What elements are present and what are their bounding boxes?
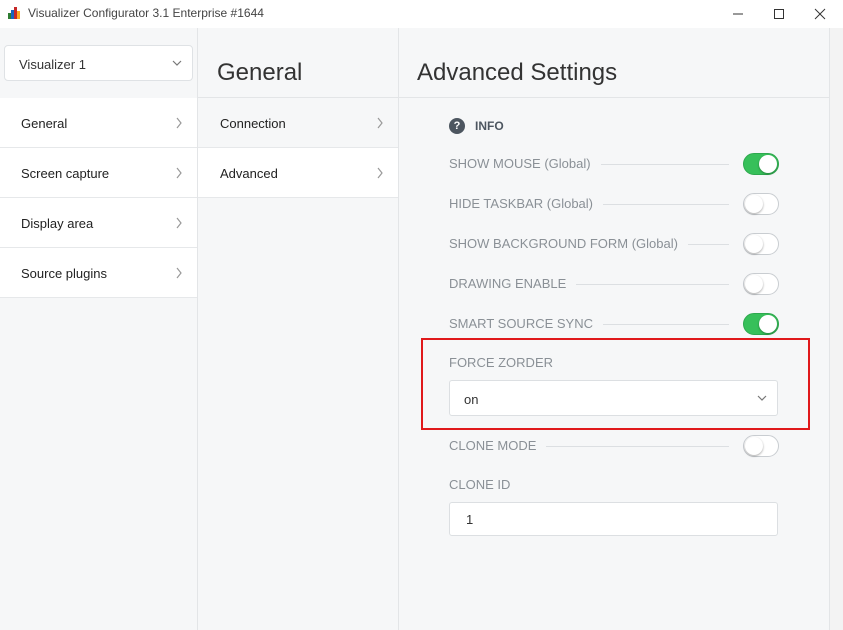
- app-window: Visualizer Configurator 3.1 Enterprise #…: [0, 0, 843, 630]
- submenu-item-connection[interactable]: Connection: [198, 98, 398, 148]
- setting-hide-taskbar: HIDE TASKBAR (Global): [449, 192, 779, 216]
- general-panel-heading: General: [217, 59, 303, 86]
- close-button[interactable]: [797, 0, 843, 28]
- hide-taskbar-toggle[interactable]: [743, 193, 779, 215]
- info-icon: ?: [449, 118, 465, 134]
- setting-label: SHOW BACKGROUND FORM (Global): [449, 236, 688, 251]
- chevron-right-icon: [176, 217, 182, 229]
- chevron-right-icon: [377, 117, 383, 129]
- maximize-button[interactable]: [756, 0, 802, 28]
- toggle-knob: [745, 437, 763, 455]
- toggle-knob: [759, 315, 777, 333]
- toggle-knob: [745, 275, 763, 293]
- show-background-form-toggle[interactable]: [743, 233, 779, 255]
- setting-show-background-form: SHOW BACKGROUND FORM (Global): [449, 232, 779, 256]
- sidebar-item-label: General: [21, 116, 68, 131]
- window-title: Visualizer Configurator 3.1 Enterprise #…: [28, 6, 264, 20]
- scrollbar-track[interactable]: [829, 28, 843, 630]
- visualizer-selector[interactable]: Visualizer 1: [4, 45, 193, 81]
- submenu-item-advanced[interactable]: Advanced: [198, 148, 398, 198]
- clone-id-label: CLONE ID: [449, 477, 511, 492]
- submenu-item-label: Advanced: [220, 166, 278, 181]
- close-icon: [814, 8, 826, 20]
- visualizer-selector-value: Visualizer 1: [19, 57, 86, 72]
- toggle-knob: [745, 235, 763, 253]
- toggle-knob: [759, 155, 777, 173]
- chevron-right-icon: [176, 117, 182, 129]
- maximize-icon: [774, 9, 784, 19]
- setting-label: SHOW MOUSE (Global): [449, 156, 601, 171]
- setting-label: SMART SOURCE SYNC: [449, 316, 603, 331]
- general-panel: General Connection Advanced: [198, 28, 399, 630]
- setting-label: HIDE TASKBAR (Global): [449, 196, 604, 211]
- setting-label: DRAWING ENABLE: [449, 276, 577, 291]
- setting-label: CLONE MODE: [449, 438, 547, 453]
- advanced-settings-panel: Advanced Settings ? INFO SHOW MOUSE (Glo…: [399, 28, 829, 630]
- clone-mode-toggle[interactable]: [743, 435, 779, 457]
- title-bar: Visualizer Configurator 3.1 Enterprise #…: [0, 0, 843, 28]
- sidebar-item-source-plugins[interactable]: Source plugins: [0, 248, 197, 298]
- setting-show-mouse: SHOW MOUSE (Global): [449, 152, 779, 176]
- submenu-item-label: Connection: [220, 116, 286, 131]
- chevron-right-icon: [176, 167, 182, 179]
- sidebar-item-label: Source plugins: [21, 266, 107, 281]
- setting-drawing-enable: DRAWING ENABLE: [449, 272, 779, 296]
- show-mouse-toggle[interactable]: [743, 153, 779, 175]
- sidebar-item-label: Display area: [21, 216, 94, 231]
- chevron-right-icon: [176, 267, 182, 279]
- chevron-right-icon: [377, 167, 383, 179]
- info-section[interactable]: ? INFO: [449, 118, 504, 134]
- advanced-settings-heading: Advanced Settings: [417, 59, 618, 86]
- chevron-down-icon: [172, 60, 182, 66]
- app-logo-icon: [8, 7, 22, 19]
- minimize-button[interactable]: [715, 0, 761, 28]
- info-label: INFO: [475, 119, 504, 133]
- sidebar-item-general[interactable]: General: [0, 98, 197, 148]
- highlight-box: [421, 338, 810, 430]
- sidebar-item-screen-capture[interactable]: Screen capture: [0, 148, 197, 198]
- smart-source-sync-toggle[interactable]: [743, 313, 779, 335]
- setting-smart-source-sync: SMART SOURCE SYNC: [449, 312, 779, 336]
- clone-id-input[interactable]: [449, 502, 778, 536]
- minimize-icon: [733, 13, 743, 15]
- toggle-knob: [745, 195, 763, 213]
- sidebar-item-display-area[interactable]: Display area: [0, 198, 197, 248]
- drawing-enable-toggle[interactable]: [743, 273, 779, 295]
- setting-clone-mode: CLONE MODE: [449, 434, 779, 458]
- divider: [399, 97, 829, 98]
- sidebar: Visualizer 1 General Screen capture Disp…: [0, 28, 198, 630]
- sidebar-item-label: Screen capture: [21, 166, 110, 181]
